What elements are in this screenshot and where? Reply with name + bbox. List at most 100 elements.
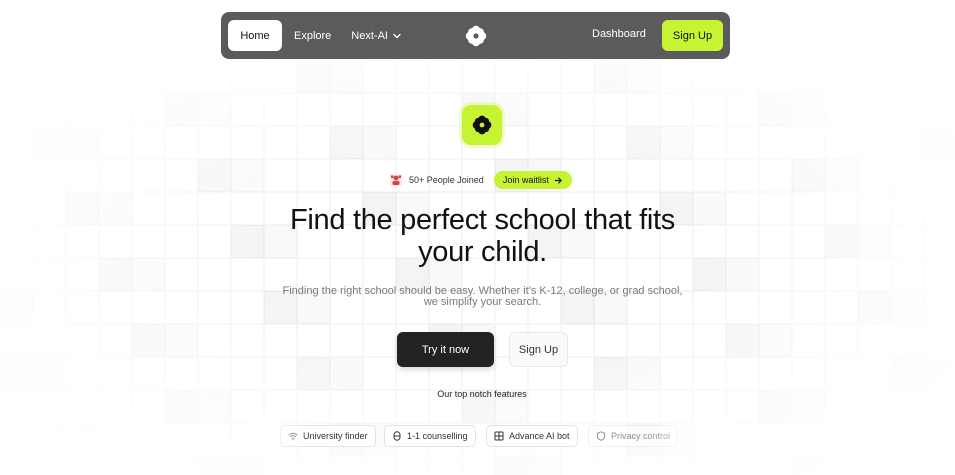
feature-university-finder[interactable]: University finder	[280, 425, 376, 447]
grid-cell	[726, 456, 759, 475]
grid-cell	[99, 126, 132, 159]
grid-cell	[891, 291, 924, 324]
grid-cell	[66, 126, 99, 159]
grid-cell	[528, 93, 561, 126]
grid-cell	[33, 456, 66, 475]
grid-cell	[165, 60, 198, 93]
grid-cell	[561, 126, 594, 159]
features-strip: · University finder 1-1 counselling Adva…	[250, 425, 730, 447]
grid-cell	[264, 324, 297, 357]
grid-cell	[330, 456, 363, 475]
grid-cell	[66, 456, 99, 475]
grid-cell	[891, 126, 924, 159]
grid-cell	[891, 159, 924, 192]
nav-explore-link[interactable]: Explore	[294, 30, 331, 42]
grid-cell	[231, 456, 264, 475]
grid-cell	[33, 390, 66, 423]
grid-cell	[924, 324, 955, 357]
nav-home-button[interactable]: Home	[228, 20, 282, 51]
grid-cell	[198, 357, 231, 390]
grid-cell	[858, 390, 891, 423]
grid-cell	[594, 390, 627, 423]
grid-cell	[759, 126, 792, 159]
nav-next-ai-label: Next-AI	[351, 29, 388, 42]
grid-cell	[858, 324, 891, 357]
feature-ai-bot[interactable]: Advance AI bot	[486, 425, 578, 447]
grid-cell	[726, 357, 759, 390]
grid-cell	[627, 159, 660, 192]
grid-cell	[0, 456, 33, 475]
grid-cell	[132, 390, 165, 423]
grid-cell	[165, 192, 198, 225]
grid-cell	[891, 192, 924, 225]
grid-cell	[198, 456, 231, 475]
grid-cell	[726, 423, 759, 456]
grid-cell	[660, 60, 693, 93]
grid-cell	[198, 60, 231, 93]
grid-cell	[924, 258, 955, 291]
grid-cell	[132, 60, 165, 93]
grid-cell	[165, 423, 198, 456]
grid-cell	[66, 225, 99, 258]
grid-cell	[264, 357, 297, 390]
grid-cell	[858, 258, 891, 291]
try-it-now-button[interactable]: Try it now	[397, 332, 494, 367]
nav-explore-label: Explore	[294, 29, 332, 42]
grid-cell	[198, 324, 231, 357]
grid-cell	[165, 324, 198, 357]
grid-cell	[363, 93, 396, 126]
grid-cell	[891, 456, 924, 475]
joined-row: 50+ People Joined Join waitlist	[389, 171, 572, 189]
grid-cell	[330, 93, 363, 126]
features-edge-right: ·	[700, 431, 703, 441]
grid-cell	[891, 423, 924, 456]
grid-cell	[924, 390, 955, 423]
feature-counselling[interactable]: 1-1 counselling	[384, 425, 476, 447]
feature-privacy-control[interactable]: Privacy control	[588, 425, 679, 447]
join-waitlist-button[interactable]: Join waitlist	[493, 171, 572, 189]
people-avatar-icon	[390, 174, 402, 186]
features-edge-left: ·	[258, 431, 261, 441]
grid-cell	[693, 93, 726, 126]
hero-sign-up-button[interactable]: Sign Up	[509, 332, 568, 367]
grid-cell	[33, 192, 66, 225]
grid-cell	[66, 60, 99, 93]
grid-cell	[33, 225, 66, 258]
grid-cell	[693, 126, 726, 159]
nav-next-ai-dropdown[interactable]: Next-AI	[351, 30, 402, 42]
grid-cell	[363, 324, 396, 357]
grid-cell	[66, 390, 99, 423]
grid-cell	[33, 357, 66, 390]
grid-cell	[858, 126, 891, 159]
grid-cell	[528, 126, 561, 159]
grid-cell	[363, 357, 396, 390]
grid-cell	[363, 456, 396, 475]
grid-cell	[792, 456, 825, 475]
grid-cell	[363, 60, 396, 93]
grid-cell	[0, 225, 33, 258]
grid-cell	[99, 456, 132, 475]
grid-cell	[825, 291, 858, 324]
grid-cell	[132, 225, 165, 258]
grid-cell	[726, 291, 759, 324]
grid-cell	[792, 159, 825, 192]
joined-count-text: 50+ People Joined	[409, 175, 484, 185]
nav-sign-up-button[interactable]: Sign Up	[662, 20, 723, 51]
grid-cell	[627, 357, 660, 390]
grid-cell	[660, 324, 693, 357]
grid-cell	[165, 456, 198, 475]
grid-cell	[891, 93, 924, 126]
grid-cell	[594, 126, 627, 159]
grid-cell	[891, 225, 924, 258]
grid-cell	[132, 357, 165, 390]
grid-cell	[825, 159, 858, 192]
grid-cell	[231, 60, 264, 93]
nav-dashboard-link[interactable]: Dashboard	[592, 28, 646, 40]
grid-cell	[66, 159, 99, 192]
grid-cell	[759, 192, 792, 225]
grid-cell	[429, 126, 462, 159]
grid-cell	[660, 456, 693, 475]
grid-cell	[792, 93, 825, 126]
flower-logo-icon[interactable]	[464, 24, 488, 48]
grid-cell	[627, 390, 660, 423]
